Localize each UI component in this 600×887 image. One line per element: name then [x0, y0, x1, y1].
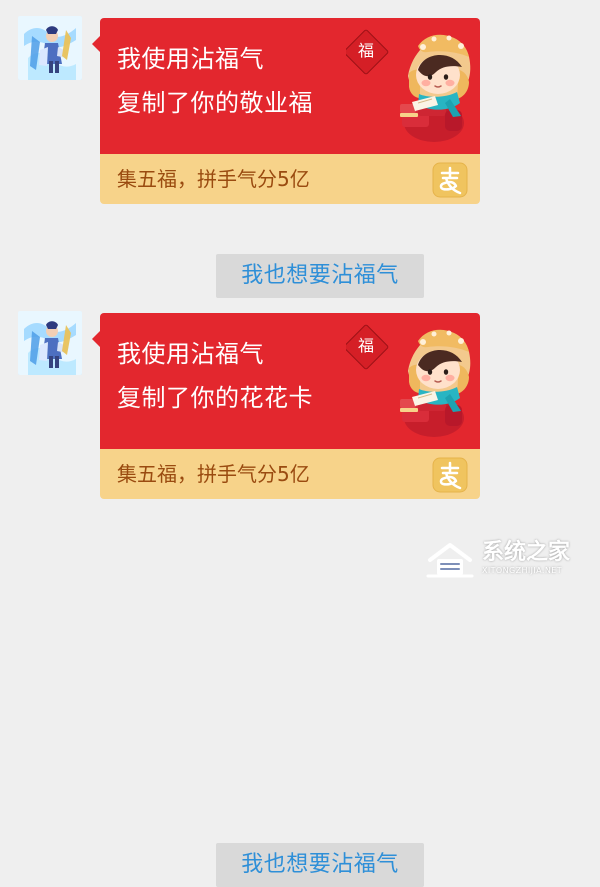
card-footer: 集五福，拼手气分5亿: [100, 154, 480, 204]
watermark: 系统之家 XITONGZHIJIA.NET: [426, 538, 596, 584]
card-tail: [92, 331, 100, 347]
action-row: 我也想要沾福气: [216, 254, 424, 298]
share-card[interactable]: 我使用沾福气 复制了你的花花卡 福 集五福，拼手气分5亿: [92, 313, 480, 499]
want-luck-button[interactable]: 我也想要沾福气: [216, 254, 424, 298]
card-title-line-1: 我使用沾福气: [117, 340, 264, 368]
fu-mark: 福: [358, 41, 374, 60]
card-main: 我使用沾福气 复制了你的敬业福 福: [100, 18, 480, 154]
fortune-child-illustration: 福: [346, 29, 471, 142]
card-main: 我使用沾福气 复制了你的花花卡 福: [100, 313, 480, 449]
fortune-child-illustration: 福: [346, 324, 471, 437]
want-luck-button[interactable]: 我也想要沾福气: [216, 843, 424, 887]
share-card[interactable]: 我使用沾福气 复制了你的敬业福 福 集五福，拼手气分5亿: [92, 18, 480, 204]
card-title-line-1: 我使用沾福气: [117, 45, 264, 73]
avatar[interactable]: [18, 16, 82, 80]
card-tail: [92, 36, 100, 52]
watermark-url: XITONGZHIJIA.NET: [482, 566, 562, 575]
house-logo-icon: [426, 543, 474, 578]
card-footer: 集五福，拼手气分5亿: [100, 449, 480, 499]
watermark-text: 系统之家: [482, 540, 571, 565]
fu-mark: 福: [358, 336, 374, 355]
card-title-line-2: 复制了你的敬业福: [117, 89, 313, 117]
action-row: 我也想要沾福气: [216, 843, 424, 887]
card-footer-text: 集五福，拼手气分5亿: [117, 462, 310, 486]
avatar[interactable]: [18, 311, 82, 375]
alipay-icon: [432, 457, 468, 493]
card-title-line-2: 复制了你的花花卡: [117, 384, 313, 412]
card-footer-text: 集五福，拼手气分5亿: [117, 167, 310, 191]
alipay-icon: [432, 162, 468, 198]
chat-thread: 我使用沾福气 复制了你的敬业福 福 集五福，拼手气分5亿 我也想要沾福气 我使用…: [0, 0, 600, 887]
